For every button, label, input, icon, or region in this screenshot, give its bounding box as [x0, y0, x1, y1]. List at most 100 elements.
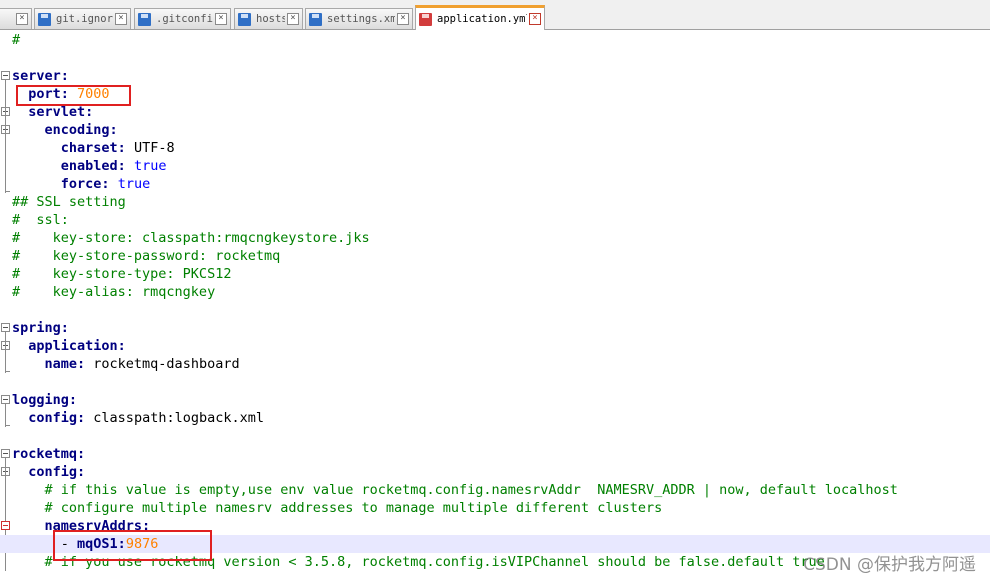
code-token: # ssl:: [12, 212, 69, 228]
nameserver-highlight-box: [53, 530, 212, 561]
close-icon[interactable]: ×: [529, 13, 541, 25]
code-token: classpath:logback.xml: [85, 410, 264, 426]
code-token: UTF-8: [125, 140, 175, 156]
code-token: # key-store: classpath:rmqcngkeystore.jk…: [12, 230, 370, 246]
code-token: # configure multiple namesrv addresses t…: [12, 500, 663, 516]
fold-toggle-icon[interactable]: [1, 521, 10, 530]
code-line[interactable]: # if this value is empty,use env value r…: [12, 481, 898, 499]
tab-label: application.yml: [437, 13, 527, 25]
file-icon: [238, 12, 251, 26]
close-icon[interactable]: ×: [115, 13, 127, 25]
tab-1[interactable]: 1×: [0, 8, 32, 29]
fold-toggle-icon[interactable]: [1, 323, 10, 332]
code-token: config:: [28, 410, 86, 426]
tab-label: settings.xml: [327, 13, 395, 25]
code-token: #: [12, 32, 21, 48]
code-token: logging:: [12, 392, 78, 408]
close-icon[interactable]: ×: [397, 13, 409, 25]
code-line[interactable]: rocketmq:: [12, 445, 85, 463]
code-token: config:: [28, 464, 86, 480]
watermark-text: CSDN @保护我方阿遥: [803, 555, 976, 575]
file-icon: [38, 12, 51, 26]
code-line[interactable]: #: [12, 31, 20, 49]
modified-file-icon: [419, 12, 432, 26]
code-token: # key-store-password: rocketmq: [12, 248, 281, 264]
code-token: # key-alias: rmqcngkey: [12, 284, 216, 300]
code-token: spring:: [12, 320, 69, 336]
code-token: charset:: [60, 140, 126, 156]
fold-toggle-icon[interactable]: [1, 395, 10, 404]
code-token: server:: [12, 68, 69, 84]
code-line[interactable]: name: rocketmq-dashboard: [12, 355, 240, 373]
tab-3[interactable]: .gitconfig ×: [134, 8, 231, 29]
code-line[interactable]: ## SSL setting: [12, 193, 126, 211]
tab-6[interactable]: application.yml ×: [415, 5, 545, 30]
code-token: ## SSL setting: [12, 194, 126, 210]
code-line[interactable]: config: classpath:logback.xml: [12, 409, 264, 427]
fold-line: [5, 404, 6, 427]
fold-line: [5, 458, 6, 571]
close-icon[interactable]: ×: [215, 13, 227, 25]
close-icon[interactable]: ×: [287, 13, 299, 25]
code-token: servlet:: [28, 104, 94, 120]
code-line[interactable]: # key-store-type: PKCS12: [12, 265, 231, 283]
code-line[interactable]: server:: [12, 67, 69, 85]
file-icon: [309, 12, 322, 26]
fold-margin[interactable]: [0, 31, 12, 583]
code-token: # key-store-type: PKCS12: [12, 266, 232, 282]
code-line[interactable]: enabled: true: [12, 157, 167, 175]
code-line[interactable]: # key-store-password: rocketmq: [12, 247, 280, 265]
code-token: true: [133, 158, 167, 174]
code-token: true: [117, 176, 151, 192]
code-token: name:: [44, 356, 86, 372]
tab-label: .gitconfig: [156, 13, 213, 25]
fold-end-marker: [5, 425, 10, 426]
tab-label: git.ignore: [56, 13, 113, 25]
tab-label: 1: [0, 13, 14, 25]
code-line[interactable]: # key-alias: rmqcngkey: [12, 283, 215, 301]
code-line[interactable]: charset: UTF-8: [12, 139, 175, 157]
close-icon[interactable]: ×: [16, 13, 28, 25]
code-line[interactable]: application:: [12, 337, 126, 355]
port-highlight-box: [16, 85, 131, 106]
tab-bar: 1×git.ignore×.gitconfig×hosts×settings.x…: [0, 0, 990, 30]
tab-5[interactable]: settings.xml×: [305, 8, 413, 29]
code-token: # if this value is empty,use env value r…: [12, 482, 898, 498]
fold-end-marker: [5, 191, 10, 192]
file-icon: [138, 12, 151, 26]
fold-toggle-icon[interactable]: [1, 71, 10, 80]
code-line[interactable]: logging:: [12, 391, 77, 409]
fold-line: [5, 332, 6, 373]
code-token: application:: [28, 338, 126, 354]
code-token: rocketmq-dashboard: [85, 356, 240, 372]
fold-end-marker: [5, 371, 10, 372]
code-token: encoding:: [44, 122, 118, 138]
code-line[interactable]: # key-store: classpath:rmqcngkeystore.jk…: [12, 229, 370, 247]
code-line[interactable]: config:: [12, 463, 85, 481]
code-token: enabled:: [60, 158, 126, 174]
code-editor[interactable]: # server: port: 7000 servlet: encoding: c…: [0, 31, 990, 583]
code-line[interactable]: # ssl:: [12, 211, 69, 229]
fold-toggle-icon[interactable]: [1, 449, 10, 458]
fold-line: [5, 80, 6, 193]
code-line[interactable]: # configure multiple namesrv addresses t…: [12, 499, 663, 517]
code-line[interactable]: force: true: [12, 175, 150, 193]
code-line[interactable]: spring:: [12, 319, 69, 337]
code-token: force:: [60, 176, 110, 192]
tab-label: hosts: [256, 13, 285, 25]
code-line[interactable]: encoding:: [12, 121, 118, 139]
tab-2[interactable]: git.ignore ×: [34, 8, 131, 29]
tab-4[interactable]: hosts ×: [234, 8, 303, 29]
